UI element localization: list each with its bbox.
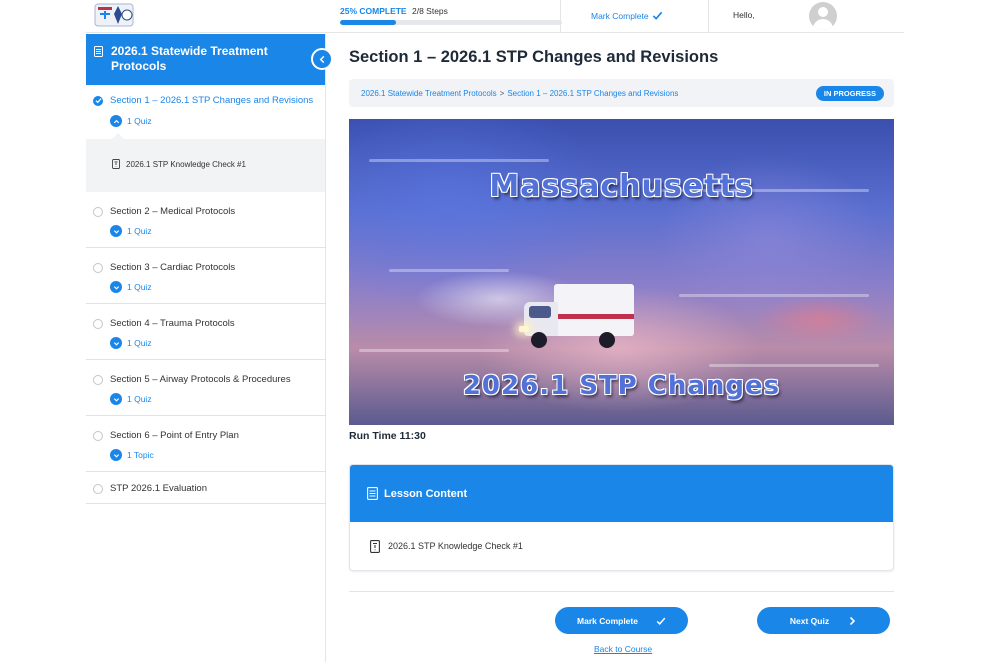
incomplete-circle-icon <box>93 318 103 329</box>
chevron-left-icon <box>319 55 324 63</box>
motion-streak <box>389 269 509 272</box>
progress-steps: 2/8 Steps <box>411 6 448 16</box>
sidebar-item-label: Section 5 – Airway Protocols & Procedure… <box>110 374 291 385</box>
chevron-down-icon <box>110 337 122 349</box>
sidebar-item-section-4[interactable]: Section 4 – Trauma Protocols 1 Quiz <box>86 304 325 360</box>
sidebar-item-section-1[interactable]: Section 1 – 2026.1 STP Changes and Revis… <box>86 85 325 192</box>
quiz-toggle[interactable]: 1 Quiz <box>110 115 152 127</box>
sidebar-item-label: Section 6 – Point of Entry Plan <box>110 430 239 441</box>
header-mark-complete-button[interactable]: Mark Complete <box>591 10 663 21</box>
page-title: Section 1 – 2026.1 STP Changes and Revis… <box>349 48 719 66</box>
quiz-icon <box>112 159 120 169</box>
incomplete-circle-icon <box>93 262 103 273</box>
course-progress: 25% COMPLETE 2/8 Steps <box>340 6 566 25</box>
chevron-right-icon <box>850 616 856 625</box>
quiz-count: 1 Quiz <box>127 394 152 404</box>
chevron-down-icon <box>110 449 122 461</box>
next-quiz-label: Next Quiz <box>789 615 830 626</box>
user-avatar[interactable] <box>809 2 837 30</box>
progress-bar <box>340 20 562 25</box>
mark-complete-label: Mark Complete <box>577 615 638 626</box>
header-mark-complete-label: Mark Complete <box>591 10 649 21</box>
sidebar-collapse-button[interactable] <box>311 48 333 70</box>
incomplete-circle-icon <box>93 374 103 385</box>
incomplete-circle-icon <box>93 483 103 494</box>
next-quiz-button[interactable]: Next Quiz <box>757 607 890 634</box>
breadcrumb: 2026.1 Statewide Treatment Protocols > S… <box>349 79 894 107</box>
lesson-content-item: 2026.1 STP Knowledge Check #1 <box>388 541 523 551</box>
checkmark-icon <box>656 617 666 625</box>
breadcrumb-lesson-link[interactable]: Section 1 – 2026.1 STP Changes and Revis… <box>507 89 678 98</box>
sidebar-item-label: Section 2 – Medical Protocols <box>110 206 236 217</box>
motion-streak <box>369 159 549 162</box>
ambulance-image <box>519 284 639 354</box>
avatar-head-shape <box>818 7 828 17</box>
topic-count: 1 Topic <box>127 450 154 460</box>
chevron-down-icon <box>110 393 122 405</box>
sidebar-item-label: Section 3 – Cardiac Protocols <box>110 262 236 273</box>
quiz-count: 1 Quiz <box>127 282 152 292</box>
topic-toggle[interactable]: 1 Topic <box>110 449 154 461</box>
sidebar-item-section-2[interactable]: Section 2 – Medical Protocols 1 Quiz <box>86 192 325 248</box>
motion-streak <box>709 364 879 367</box>
lesson-content-panel: Lesson Content 2026.1 STP Knowledge Chec… <box>349 464 894 571</box>
quiz-icon <box>370 539 380 553</box>
document-icon <box>367 487 378 500</box>
progress-percent: 25% COMPLETE <box>340 6 407 16</box>
motion-streak <box>679 294 869 297</box>
sidebar-item-section-5[interactable]: Section 5 – Airway Protocols & Procedure… <box>86 360 325 416</box>
lesson-video[interactable]: Massachusetts 2026.1 STP Changes <box>349 119 894 425</box>
video-title-top: Massachusetts <box>489 169 754 204</box>
complete-check-icon <box>93 95 103 106</box>
quiz-count: 1 Quiz <box>127 226 152 236</box>
sidebar-item-label: STP 2026.1 Evaluation <box>110 483 208 494</box>
run-time: Run Time 11:30 <box>349 430 426 442</box>
sidebar-item-section-6[interactable]: Section 6 – Point of Entry Plan 1 Topic <box>86 416 325 472</box>
status-badge: IN PROGRESS <box>815 86 884 101</box>
chevron-down-icon <box>110 225 122 237</box>
back-to-course-link[interactable]: Back to Course <box>594 644 652 654</box>
sidebar-quiz-link[interactable]: 2026.1 STP Knowledge Check #1 <box>112 159 246 169</box>
quiz-toggle[interactable]: 1 Quiz <box>110 225 152 237</box>
quiz-count: 1 Quiz <box>127 116 152 126</box>
avatar-body-shape <box>813 19 833 30</box>
mark-complete-button[interactable]: Mark Complete <box>555 607 688 634</box>
document-icon <box>94 46 103 57</box>
incomplete-circle-icon <box>93 206 103 217</box>
header-divider <box>560 0 561 33</box>
chevron-up-icon <box>110 115 122 127</box>
sidebar-item-evaluation[interactable]: STP 2026.1 Evaluation <box>86 472 325 504</box>
quiz-title: 2026.1 STP Knowledge Check #1 <box>126 159 246 169</box>
checkmark-icon <box>652 11 662 20</box>
lesson-content-header: Lesson Content <box>350 465 893 522</box>
progress-fill <box>340 20 396 25</box>
incomplete-circle-icon <box>93 430 103 441</box>
breadcrumb-course-link[interactable]: 2026.1 Statewide Treatment Protocols <box>361 89 497 98</box>
quiz-toggle[interactable]: 1 Quiz <box>110 281 152 293</box>
quiz-count: 1 Quiz <box>127 338 152 348</box>
course-logo[interactable] <box>94 2 134 28</box>
course-sidebar: 2026.1 Statewide Treatment Protocols Sec… <box>86 34 333 662</box>
sidebar-item-label: Section 4 – Trauma Protocols <box>110 318 235 329</box>
sidebar-item-label: Section 1 – 2026.1 STP Changes and Revis… <box>110 95 314 106</box>
course-header: 2026.1 Statewide Treatment Protocols <box>86 34 333 85</box>
header-divider <box>708 0 709 33</box>
quiz-panel: 2026.1 STP Knowledge Check #1 <box>86 133 325 192</box>
chevron-down-icon <box>110 281 122 293</box>
breadcrumb-separator: > <box>499 88 505 98</box>
sidebar-item-section-3[interactable]: Section 3 – Cardiac Protocols 1 Quiz <box>86 248 325 304</box>
quiz-toggle[interactable]: 1 Quiz <box>110 393 152 405</box>
lesson-content-heading: Lesson Content <box>384 487 468 500</box>
user-greeting: Hello, <box>733 10 755 20</box>
video-title-bottom: 2026.1 STP Changes <box>462 371 781 401</box>
quiz-toggle[interactable]: 1 Quiz <box>110 337 152 349</box>
course-title[interactable]: 2026.1 Statewide Treatment Protocols <box>111 44 295 74</box>
lesson-main: Section 1 – 2026.1 STP Changes and Revis… <box>349 34 894 571</box>
motion-streak <box>359 349 509 352</box>
lesson-content-quiz-link[interactable]: 2026.1 STP Knowledge Check #1 <box>350 522 893 570</box>
lesson-page: 25% COMPLETE 2/8 Steps Mark Complete Hel… <box>0 0 1000 662</box>
top-header: 25% COMPLETE 2/8 Steps Mark Complete Hel… <box>86 0 904 33</box>
footer-divider <box>349 591 894 592</box>
